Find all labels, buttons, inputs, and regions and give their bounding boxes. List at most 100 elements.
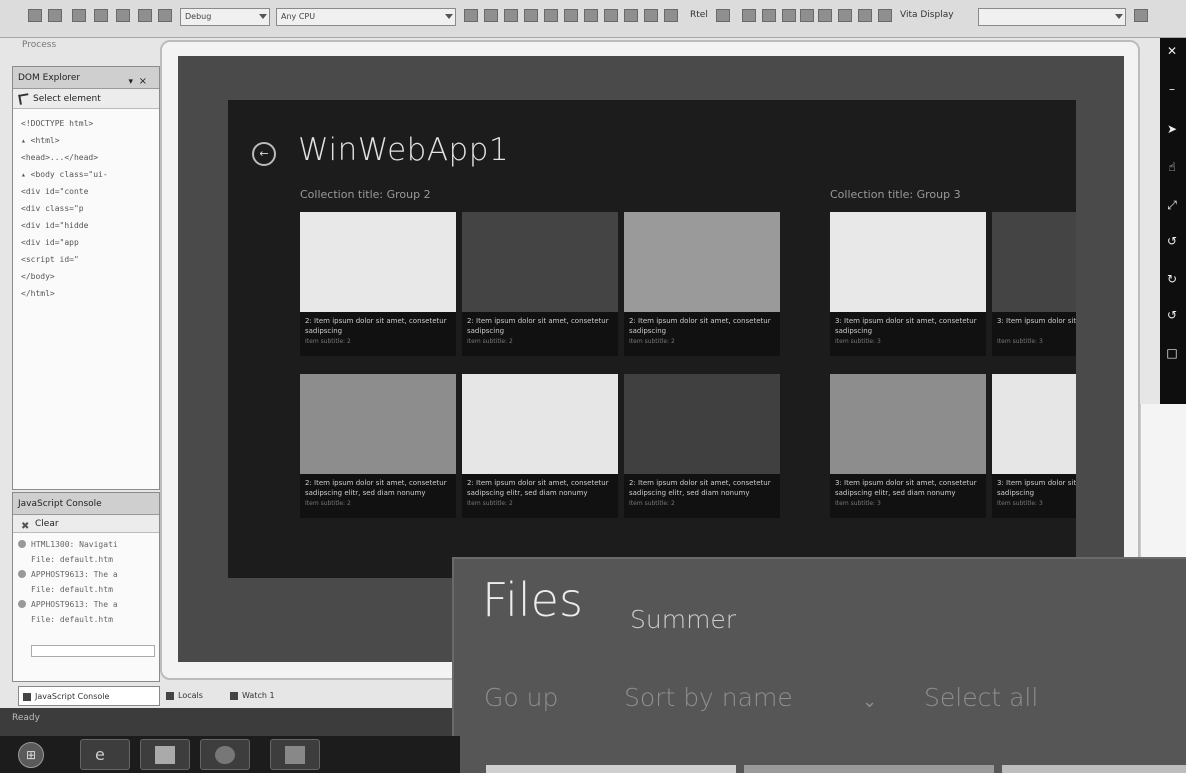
file-thumbnail[interactable] [744, 765, 994, 773]
tree-node[interactable]: <div class="p [21, 200, 159, 217]
item-title: 2: Item ipsum dolor sit amet, consetetur… [629, 317, 771, 335]
console-input[interactable] [31, 645, 155, 657]
step-into-icon[interactable] [544, 9, 558, 22]
warning-icon [18, 570, 26, 578]
layout-icon[interactable] [782, 9, 796, 22]
thread-icon[interactable] [624, 9, 638, 22]
comment-icon[interactable] [800, 9, 814, 22]
picker-location[interactable]: Summer [630, 605, 736, 634]
start-button[interactable]: ⊞ [18, 742, 44, 768]
configuration-combo[interactable]: Debug [180, 8, 270, 26]
item-title: 2: Item ipsum dolor sit amet, consetetur… [629, 479, 771, 497]
close-icon[interactable]: ✕ [1165, 44, 1179, 58]
simulator-toolstrip: ✕ – ➤ ☝ ⤢ ↺ ↻ ↺ □ [1160, 38, 1186, 404]
tree-node[interactable]: <!DOCTYPE html> [21, 115, 159, 132]
taskbar-explorer[interactable] [140, 739, 190, 770]
save-all-icon[interactable] [138, 9, 152, 22]
restart-icon[interactable] [524, 9, 538, 22]
sort-by-button[interactable]: Sort by name [624, 683, 793, 712]
minimize-icon[interactable]: – [1165, 82, 1179, 96]
forward-nav-icon[interactable] [48, 9, 62, 22]
pause-icon[interactable] [484, 9, 498, 22]
tree-node[interactable]: </body> [21, 268, 159, 285]
console-output: HTML1300: Navigati File: default.htm APP… [13, 533, 159, 627]
uncomment-icon[interactable] [818, 9, 832, 22]
outdent-icon[interactable] [858, 9, 872, 22]
stop-icon[interactable] [504, 9, 518, 22]
find-combo[interactable] [978, 8, 1126, 26]
item-subtitle: Item subtitle: 2 [629, 338, 675, 345]
stack-icon[interactable] [644, 9, 658, 22]
overflow-icon[interactable] [1134, 9, 1148, 22]
hex-icon[interactable] [604, 9, 618, 22]
chevron-down-icon[interactable]: ⌄ [862, 691, 877, 712]
back-arrow-icon[interactable]: ← [252, 142, 276, 166]
file-thumbnail[interactable] [486, 765, 736, 773]
tree-node[interactable]: ▴ <body class="ui- [21, 166, 159, 183]
item-tile[interactable]: 2: Item ipsum dolor sit amet, consetetur… [462, 374, 618, 518]
dom-explorer-panel: DOM Explorer ▾ × Select element <!DOCTYP… [12, 66, 160, 490]
back-nav-icon[interactable] [28, 9, 42, 22]
item-tile[interactable]: 2: Item ipsum dolor sit amet, consetetur… [300, 212, 456, 356]
item-image [830, 374, 986, 474]
item-tile[interactable]: 2: Item ipsum dolor sit amet, consetetur… [624, 374, 780, 518]
view-toggle[interactable]: Vita Display [900, 10, 954, 20]
group-header[interactable]: Collection title: Group 2 [300, 188, 431, 201]
item-tile[interactable]: 2: Item ipsum dolor sit amet, consetetur… [624, 212, 780, 356]
item-tile[interactable]: 2: Item ipsum dolor sit amet, consetetur… [300, 374, 456, 518]
go-up-button[interactable]: Go up [484, 683, 558, 712]
tree-node[interactable]: <div id="conte [21, 183, 159, 200]
breakpoint-icon[interactable] [664, 9, 678, 22]
platform-combo[interactable]: Any CPU [276, 8, 456, 26]
item-caption: 2: Item ipsum dolor sit amet, consetetur… [462, 474, 618, 518]
console-title: JavaScript Console [18, 499, 102, 509]
clockwise-icon[interactable]: ↻ [1165, 272, 1179, 286]
tab-javascript-console[interactable]: JavaScript Console [18, 686, 160, 706]
indent-icon[interactable] [838, 9, 852, 22]
tree-node[interactable]: </html> [21, 285, 159, 302]
item-tile[interactable]: 3: Item ipsum dolor sit amet, consetetur… [992, 374, 1076, 518]
touch-icon[interactable]: ☝ [1165, 160, 1179, 174]
page-title: WinWebApp1 [298, 132, 510, 168]
select-all-button[interactable]: Select all [924, 683, 1038, 712]
bookmark-icon[interactable] [878, 9, 892, 22]
tab-watch[interactable]: Watch 1 [226, 686, 304, 706]
item-image [992, 212, 1076, 312]
step-icon[interactable] [464, 9, 478, 22]
console-message-text: HTML1300: Navigati [31, 540, 118, 549]
window-icon[interactable] [762, 9, 776, 22]
device-icon[interactable] [742, 9, 756, 22]
step-over-icon[interactable] [564, 9, 578, 22]
item-tile[interactable]: 2: Item ipsum dolor sit amet, consetetur… [462, 212, 618, 356]
item-tile[interactable]: 3: Item ipsum dolor sit amet, consetetur… [830, 374, 986, 518]
item-tile[interactable]: 3: Item ipsum dolor sit amet, consetetur… [992, 212, 1076, 356]
rotate-icon[interactable]: ↺ [1165, 234, 1179, 248]
group-header[interactable]: Collection title: Group 3 [830, 188, 961, 201]
refresh-icon[interactable] [716, 9, 730, 22]
tree-node[interactable]: <head>...</head> [21, 149, 159, 166]
select-element-button[interactable]: Select element [13, 89, 159, 109]
file-thumbnail[interactable] [1002, 765, 1186, 773]
item-image [992, 374, 1076, 474]
item-tile[interactable]: 3: Item ipsum dolor sit amet, consetetur… [830, 212, 986, 356]
open-file-icon[interactable] [94, 9, 108, 22]
taskbar-visual-studio[interactable] [270, 739, 320, 770]
tree-node[interactable]: <script id=" [21, 251, 159, 268]
step-out-icon[interactable] [584, 9, 598, 22]
tree-node[interactable]: ▴ <html> [21, 132, 159, 149]
resolution-icon[interactable]: □ [1165, 346, 1179, 360]
tree-node[interactable]: <div id="hidde [21, 217, 159, 234]
counterclockwise-icon[interactable]: ↺ [1165, 308, 1179, 322]
tree-node[interactable]: <div id="app [21, 234, 159, 251]
taskbar-browser[interactable]: e [80, 739, 130, 770]
pointer-icon[interactable]: ➤ [1165, 122, 1179, 136]
undo-icon[interactable] [158, 9, 172, 22]
taskbar-media[interactable] [200, 739, 250, 770]
clear-console-button[interactable]: ✖ Clear [13, 515, 159, 533]
console-message: File: default.htm [13, 612, 159, 627]
ide-toolbar: Debug Any CPU Rtel Vita Display [0, 0, 1186, 38]
new-project-icon[interactable] [72, 9, 86, 22]
tab-locals[interactable]: Locals [162, 686, 224, 706]
pinch-icon[interactable]: ⤢ [1165, 198, 1179, 212]
save-icon[interactable] [116, 9, 130, 22]
